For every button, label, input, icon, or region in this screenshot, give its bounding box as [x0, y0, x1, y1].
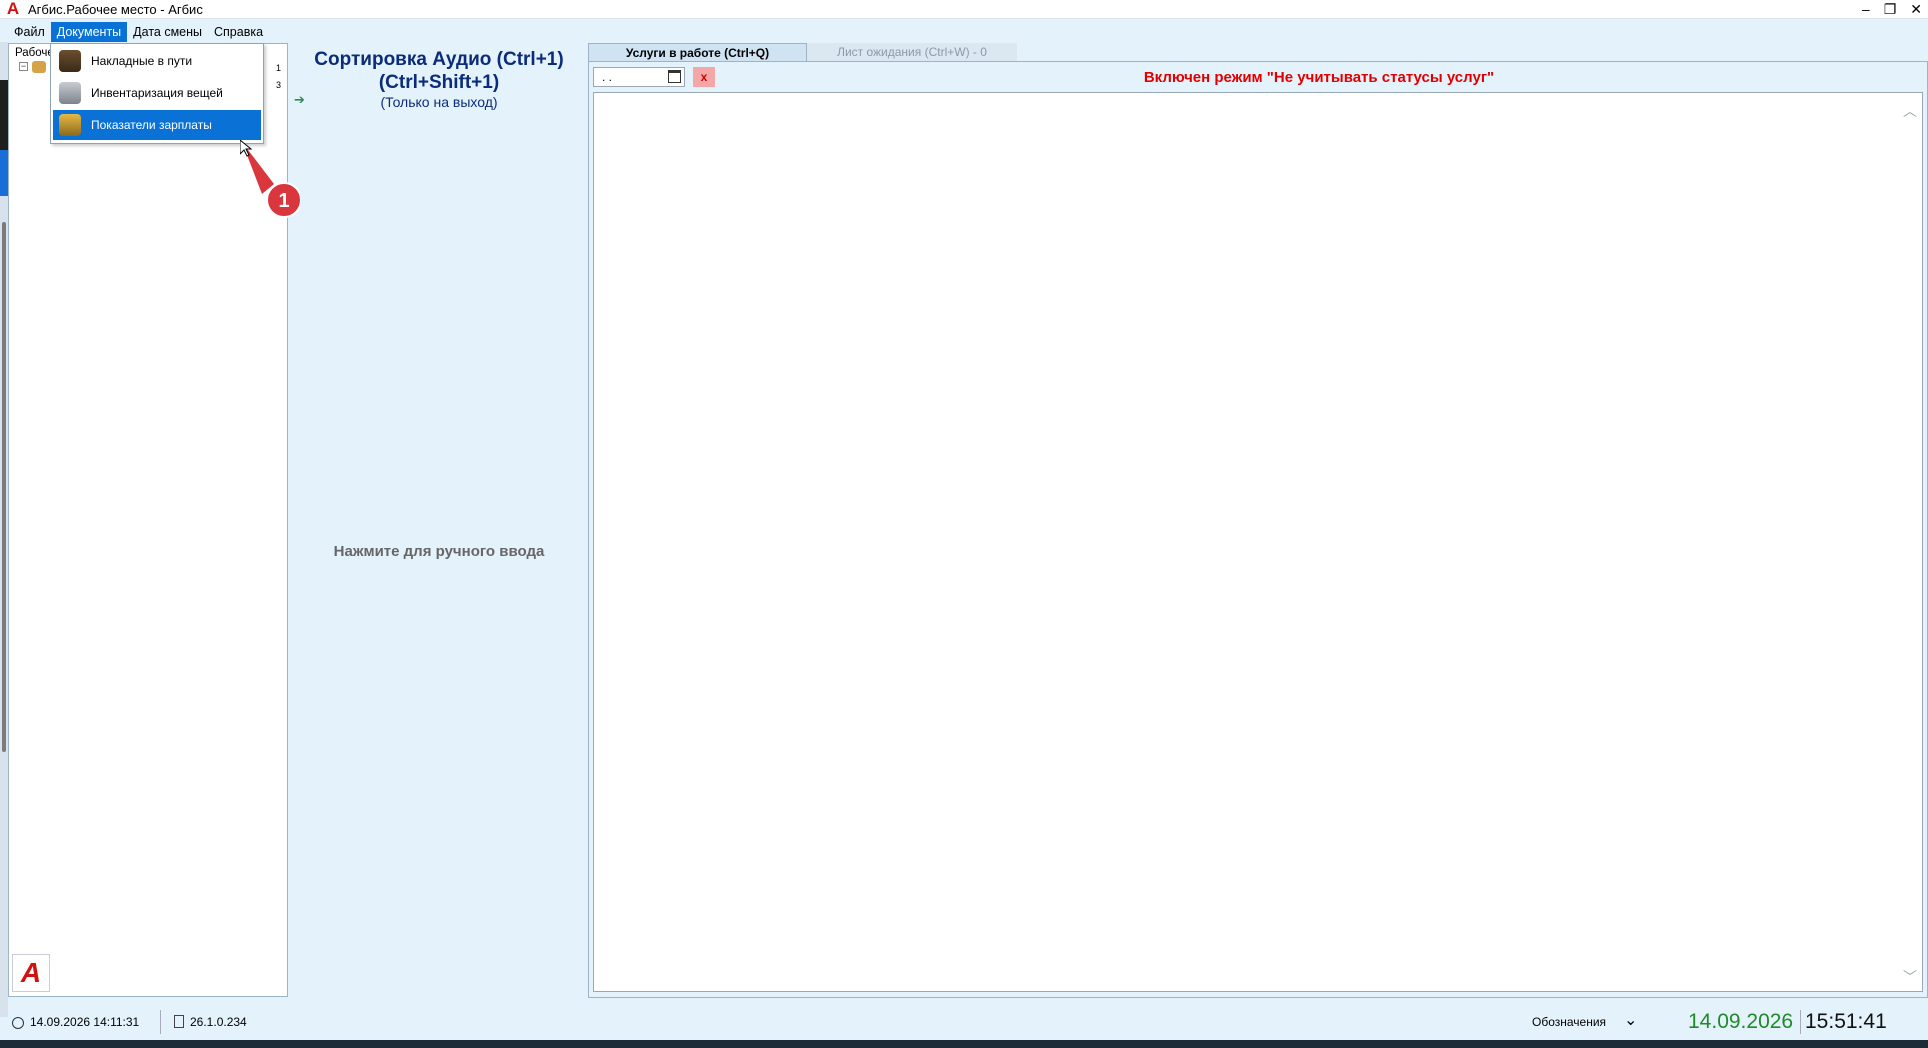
menu-bar: Файл Документы Дата смены Справка — [8, 22, 269, 42]
services-work-panel: . . x Включен режим "Не учитывать статус… — [588, 61, 1928, 998]
app-version: 26.1.0.234 — [190, 1015, 247, 1029]
window-title: Агбис.Рабочее место - Агбис — [28, 1, 203, 17]
agbis-logo-icon[interactable]: A — [12, 954, 50, 992]
documents-dropdown-menu: Накладные в пути Инвентаризация вещей По… — [50, 43, 264, 144]
salary-coins-icon — [59, 114, 81, 136]
minimize-button[interactable]: – — [1862, 0, 1870, 19]
callout-number: 1 — [278, 190, 289, 212]
sorting-subtitle: (Только на выход) — [380, 94, 498, 110]
menu-item-inventory[interactable]: Инвентаризация вещей — [53, 78, 261, 108]
title-bar: A Агбис.Рабочее место - Агбис – ❐ ✕ — [0, 0, 1928, 19]
side-numbers: 1 3 — [276, 60, 281, 94]
current-time: 15:51:41 — [1805, 1010, 1887, 1033]
services-list[interactable]: ︿ ﹀ — [593, 92, 1923, 992]
menu-help[interactable]: Справка — [208, 22, 269, 42]
sorting-panel[interactable]: Сортировка Аудио (Ctrl+1) (Ctrl+Shift+1)… — [290, 43, 588, 1003]
status-divider — [1800, 1010, 1801, 1034]
shift-start-time: 14.09.2026 14:11:31 — [30, 1015, 140, 1029]
mode-banner: Включен режим "Не учитывать статусы услу… — [1143, 69, 1495, 86]
users-group-icon — [32, 61, 46, 73]
menu-item-label: Инвентаризация вещей — [91, 86, 223, 100]
legend-label[interactable]: Обозначения — [1532, 1015, 1606, 1029]
side-number: 3 — [276, 80, 282, 90]
clock-icon — [12, 1017, 24, 1029]
menu-item-invoices-in-transit[interactable]: Накладные в пути — [53, 46, 261, 76]
status-bar: 14.09.2026 14:11:31 26.1.0.234 Обозначен… — [0, 1006, 1928, 1038]
menu-item-label: Показатели зарплаты — [91, 118, 212, 132]
menu-item-label: Накладные в пути — [91, 54, 193, 68]
menu-shift-date[interactable]: Дата смены — [127, 22, 208, 42]
status-divider — [160, 1010, 161, 1034]
tab-waiting-list[interactable]: Лист ожидания (Ctrl+W) - 0 — [807, 43, 1017, 61]
tab-strip: Услуги в работе (Ctrl+Q) Лист ожидания (… — [588, 43, 1017, 61]
sorting-title-line2: (Ctrl+Shift+1) — [378, 72, 500, 93]
chevron-down-icon[interactable]: ⌄ — [1624, 1010, 1637, 1030]
left-edge-strip — [0, 42, 8, 1017]
date-filter-field[interactable]: . . — [593, 67, 685, 87]
current-date: 14.09.2026 — [1688, 1010, 1794, 1033]
side-number: 1 — [276, 63, 282, 73]
tab-services-in-work[interactable]: Услуги в работе (Ctrl+Q) — [588, 43, 807, 61]
truck-icon — [59, 50, 81, 72]
menu-file[interactable]: Файл — [8, 22, 51, 42]
clear-date-button[interactable]: x — [693, 67, 715, 87]
close-button[interactable]: ✕ — [1910, 0, 1922, 19]
taskbar-strip — [0, 1040, 1928, 1048]
app-logo-icon: A — [6, 0, 20, 18]
tree-root-label[interactable]: Рабоче — [15, 47, 54, 59]
date-value: . . — [602, 70, 613, 84]
scroll-down-chevron-icon[interactable]: ﹀ — [1902, 967, 1918, 985]
document-icon — [174, 1015, 184, 1028]
scroll-up-chevron-icon[interactable]: ︿ — [1902, 101, 1918, 119]
edge-blue-block — [0, 150, 8, 196]
restore-button[interactable]: ❐ — [1884, 0, 1897, 19]
window-controls: – ❐ ✕ — [1862, 0, 1922, 19]
menu-item-salary-indicators[interactable]: Показатели зарплаты — [53, 110, 261, 140]
tree-collapse-icon[interactable]: − — [19, 62, 28, 71]
manual-entry-button[interactable]: Нажмите для ручного ввода — [290, 543, 588, 560]
sorting-title: Сортировка Аудио (Ctrl+1) (Ctrl+Shift+1) — [290, 48, 588, 94]
menu-documents[interactable]: Документы — [50, 22, 128, 42]
sorting-title-line1: Сортировка Аудио (Ctrl+1) — [314, 49, 564, 70]
calendar-icon[interactable] — [668, 70, 681, 83]
inventory-icon — [59, 82, 81, 104]
edge-dark-block — [0, 80, 8, 150]
edge-scrollbar[interactable] — [2, 222, 6, 752]
